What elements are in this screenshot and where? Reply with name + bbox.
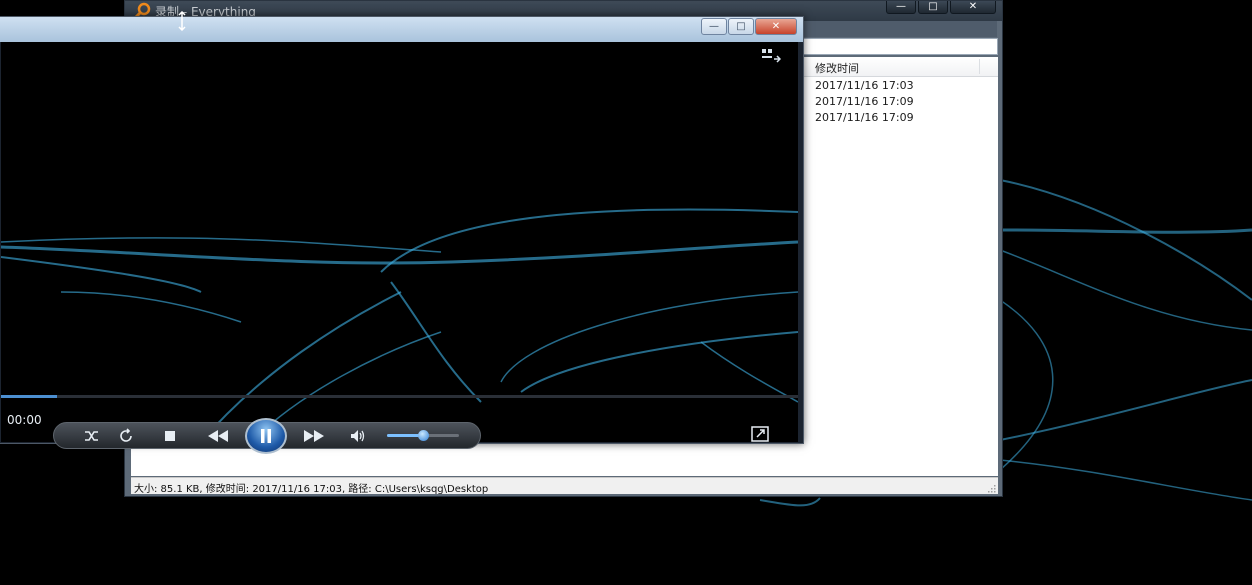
video-area[interactable]	[1, 42, 798, 442]
media-player-titlebar[interactable]: — □ ✕	[0, 17, 803, 42]
next-icon	[304, 429, 324, 442]
row-modified[interactable]: 2017/11/16 17:03	[815, 79, 914, 92]
status-text: 大小: 85.1 KB, 修改时间: 2017/11/16 17:03, 路径:…	[134, 484, 489, 495]
next-button[interactable]	[290, 423, 338, 448]
maximize-button[interactable]: □	[918, 1, 948, 14]
repeat-button[interactable]	[114, 423, 138, 448]
media-player-window: — □ ✕ 00:00	[0, 16, 804, 454]
minimize-button[interactable]: —	[701, 18, 727, 35]
minimize-button[interactable]: —	[886, 1, 916, 14]
fullscreen-icon[interactable]	[751, 426, 769, 442]
repeat-icon	[120, 427, 132, 442]
mute-button[interactable]	[346, 423, 370, 448]
shuffle-button[interactable]	[80, 423, 104, 448]
current-time: 00:00	[7, 413, 42, 427]
volume-slider-thumb[interactable]	[418, 430, 429, 441]
volume-icon	[351, 429, 365, 442]
previous-button[interactable]	[194, 423, 242, 448]
stop-button[interactable]	[158, 423, 182, 448]
column-header-modified[interactable]: 修改时间	[815, 60, 859, 76]
status-bar: 大小: 85.1 KB, 修改时间: 2017/11/16 17:03, 路径:…	[131, 477, 998, 495]
column-separator[interactable]	[979, 59, 980, 74]
previous-icon	[208, 429, 228, 442]
close-button[interactable]: ✕	[950, 1, 996, 14]
stop-icon	[165, 430, 175, 441]
visualization	[1, 208, 798, 442]
resize-cursor-icon	[178, 11, 186, 31]
row-modified[interactable]: 2017/11/16 17:09	[815, 111, 914, 124]
seek-bar[interactable]	[1, 395, 798, 398]
shuffle-icon	[85, 430, 98, 441]
close-button[interactable]: ✕	[755, 18, 797, 35]
seek-bar-progress	[1, 395, 57, 398]
switch-to-now-playing-icon[interactable]	[761, 48, 781, 64]
maximize-button[interactable]: □	[728, 18, 754, 35]
resize-grip-icon[interactable]	[986, 483, 996, 493]
play-pause-button[interactable]	[245, 418, 287, 454]
pause-icon	[261, 429, 271, 443]
row-modified[interactable]: 2017/11/16 17:09	[815, 95, 914, 108]
